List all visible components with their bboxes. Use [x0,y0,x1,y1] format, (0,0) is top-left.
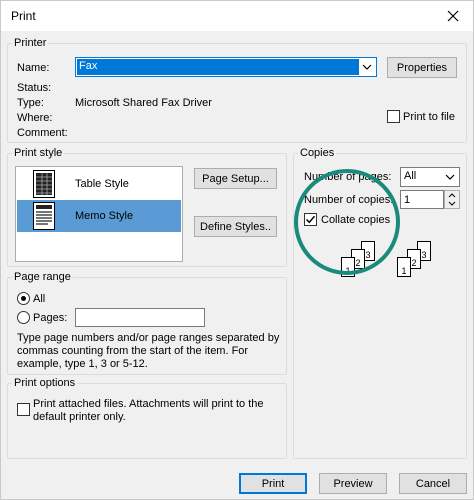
print-attached-files-checkbox[interactable] [17,403,30,416]
printer-name-value: Fax [79,60,98,72]
properties-button[interactable]: Properties [387,57,457,78]
printer-name-highlight [77,59,359,75]
define-styles-button[interactable]: Define Styles.. [194,216,277,237]
number-of-pages-value: All [404,170,417,182]
page-setup-button[interactable]: Page Setup... [194,168,277,189]
preview-button[interactable]: Preview [319,473,387,494]
print-attached-files-label: Print attached files. Attachments will p… [33,398,264,423]
collate-illustration-stack-1: 3 2 1 [341,237,381,277]
print-options-legend: Print options [14,377,76,389]
number-of-pages-label: Number of pages: [304,171,392,183]
print-style-legend: Print style [14,147,63,159]
collate-copies-label: Collate copies [321,214,391,226]
page-range-all-label: All [33,293,46,305]
print-dialog: Print Printer Name: Fax Properties Statu… [0,0,474,500]
style-item-memo[interactable]: Memo Style [17,200,181,232]
page-range-hint: Type page numbers and/or page ranges sep… [17,332,280,370]
print-style-list[interactable]: Table Style Memo Style [15,166,183,262]
print-to-file-label: Print to file [403,111,455,123]
copies-legend: Copies [300,147,335,159]
printer-legend: Printer [14,37,47,49]
page-range-all-radio[interactable] [17,292,30,305]
print-to-file-checkbox[interactable] [387,110,400,123]
checkmark-icon [305,215,316,224]
sheet-1: 1 [341,257,355,277]
type-label: Type: [17,97,44,109]
type-value: Microsoft Shared Fax Driver [75,97,212,109]
style-name: Table Style [75,178,129,190]
page-range-pages-radio[interactable] [17,311,30,324]
status-label: Status: [17,82,52,94]
name-label: Name: [17,62,50,74]
page-range-legend: Page range [14,271,71,283]
sheet-1: 1 [397,257,411,277]
collate-copies-checkbox[interactable] [304,213,317,226]
number-of-copies-label: Number of copies: [304,194,394,206]
where-label: Where: [17,112,53,124]
page-range-pages-label: Pages: [33,312,68,324]
collate-illustration-stack-2: 3 2 1 [397,237,437,277]
title-bar: Print [1,1,473,31]
cancel-button[interactable]: Cancel [399,473,467,494]
close-icon [447,10,459,22]
number-of-copies-input[interactable] [400,190,444,209]
spin-down-icon [448,201,456,206]
chevron-down-icon [358,58,376,76]
printer-name-select[interactable]: Fax [75,57,377,77]
radio-selected-dot [21,296,26,301]
table-style-icon [33,170,55,198]
memo-style-icon [33,202,55,230]
printer-group: Printer [7,37,467,143]
style-item-table[interactable]: Table Style [17,168,181,200]
close-button[interactable] [443,6,463,26]
window-title: Print [11,9,36,23]
number-of-pages-select[interactable]: All [400,167,460,187]
chevron-down-icon [441,168,459,186]
copies-spinner[interactable] [444,190,460,209]
comment-label: Comment: [17,127,68,139]
style-name: Memo Style [75,210,134,222]
print-button[interactable]: Print [239,473,307,494]
spin-up-icon [448,193,456,198]
page-range-pages-input[interactable] [75,308,205,327]
